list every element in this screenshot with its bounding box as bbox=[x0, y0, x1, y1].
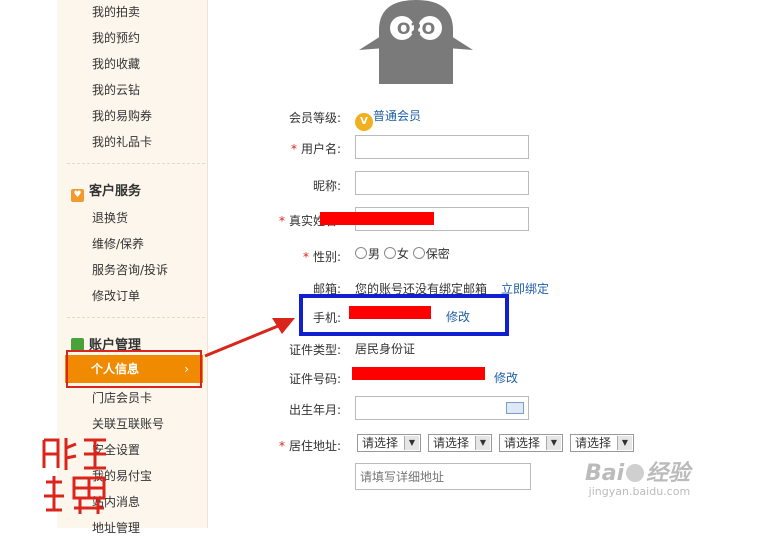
redaction-mark bbox=[352, 367, 485, 380]
member-level-value: 普通会员 bbox=[373, 109, 422, 123]
heart-icon: ♥ bbox=[71, 189, 84, 202]
sidebar-item-returns[interactable]: 退换货 bbox=[92, 209, 128, 226]
gender-radio-group: 男 女 保密 bbox=[355, 245, 450, 262]
sidebar-item-consult[interactable]: 服务咨询/投诉 bbox=[92, 261, 168, 278]
chevron-down-icon: ▼ bbox=[475, 436, 490, 450]
phone-edit-link[interactable]: 修改 bbox=[446, 308, 470, 325]
district-select[interactable]: 请选择 ▼ bbox=[499, 434, 563, 452]
city-select[interactable]: 请选择 ▼ bbox=[428, 434, 492, 452]
province-select[interactable]: 请选择 ▼ bbox=[357, 434, 421, 452]
id-type-label: 证件类型: bbox=[288, 343, 341, 357]
redaction-mark bbox=[320, 212, 434, 225]
address-label: * 居住地址: bbox=[278, 439, 341, 453]
username-label: * 用户名: bbox=[290, 142, 341, 156]
sidebar-item-gift-card[interactable]: 我的礼品卡 bbox=[92, 133, 152, 150]
section-customer-service: ♥ 客户服务 bbox=[71, 180, 141, 202]
highlight-box-active-item bbox=[66, 350, 202, 388]
birthday-label: 出生年月: bbox=[288, 403, 341, 417]
seal-stamp bbox=[40, 434, 112, 516]
divider bbox=[67, 317, 205, 318]
gender-female-radio[interactable]: 女 bbox=[383, 247, 409, 261]
chevron-down-icon: ▼ bbox=[617, 436, 632, 450]
chevron-down-icon: ▼ bbox=[404, 436, 419, 450]
sidebar-item-coupons[interactable]: 我的易购券 bbox=[92, 107, 152, 124]
birthday-input[interactable] bbox=[355, 396, 529, 420]
id-number-label: 证件号码: bbox=[288, 372, 341, 386]
chevron-down-icon: ▼ bbox=[546, 436, 561, 450]
sidebar-item-modify-order[interactable]: 修改订单 bbox=[92, 287, 140, 304]
sidebar-item-reservation[interactable]: 我的预约 bbox=[92, 29, 140, 46]
baidu-watermark: Bai 经验 jingyan.baidu.com bbox=[585, 461, 691, 498]
member-level: V 普通会员 bbox=[355, 107, 421, 131]
gender-label: * 性别: bbox=[302, 250, 341, 264]
avatar-logo-text: O2O bbox=[397, 19, 435, 38]
vip-icon: V bbox=[355, 113, 373, 131]
divider bbox=[67, 163, 205, 164]
nickname-label: 昵称: bbox=[312, 179, 341, 193]
avatar: O2O bbox=[357, 0, 475, 84]
paw-icon bbox=[626, 464, 645, 482]
sidebar-item-auction[interactable]: 我的拍卖 bbox=[92, 3, 140, 20]
street-select[interactable]: 请选择 ▼ bbox=[570, 434, 634, 452]
sidebar-item-store-card[interactable]: 门店会员卡 bbox=[92, 389, 152, 406]
sidebar-item-repair[interactable]: 维修/保养 bbox=[92, 235, 144, 252]
address-detail-input[interactable] bbox=[355, 463, 531, 490]
level-label: 会员等级: bbox=[288, 111, 341, 125]
gender-male-radio[interactable]: 男 bbox=[355, 247, 380, 261]
sidebar-item-favorites[interactable]: 我的收藏 bbox=[92, 55, 140, 72]
redaction-mark bbox=[349, 306, 431, 319]
calendar-icon[interactable] bbox=[506, 402, 524, 414]
sidebar-item-cloud-diamond[interactable]: 我的云钻 bbox=[92, 81, 140, 98]
sidebar-item-linked-accounts[interactable]: 关联互联账号 bbox=[92, 415, 164, 432]
id-number-edit-link[interactable]: 修改 bbox=[494, 369, 518, 386]
username-input[interactable] bbox=[355, 135, 529, 159]
phone-label: 手机: bbox=[312, 311, 341, 325]
nickname-input[interactable] bbox=[355, 171, 529, 195]
id-type-value: 居民身份证 bbox=[355, 342, 416, 356]
gender-secret-radio[interactable]: 保密 bbox=[412, 247, 450, 261]
